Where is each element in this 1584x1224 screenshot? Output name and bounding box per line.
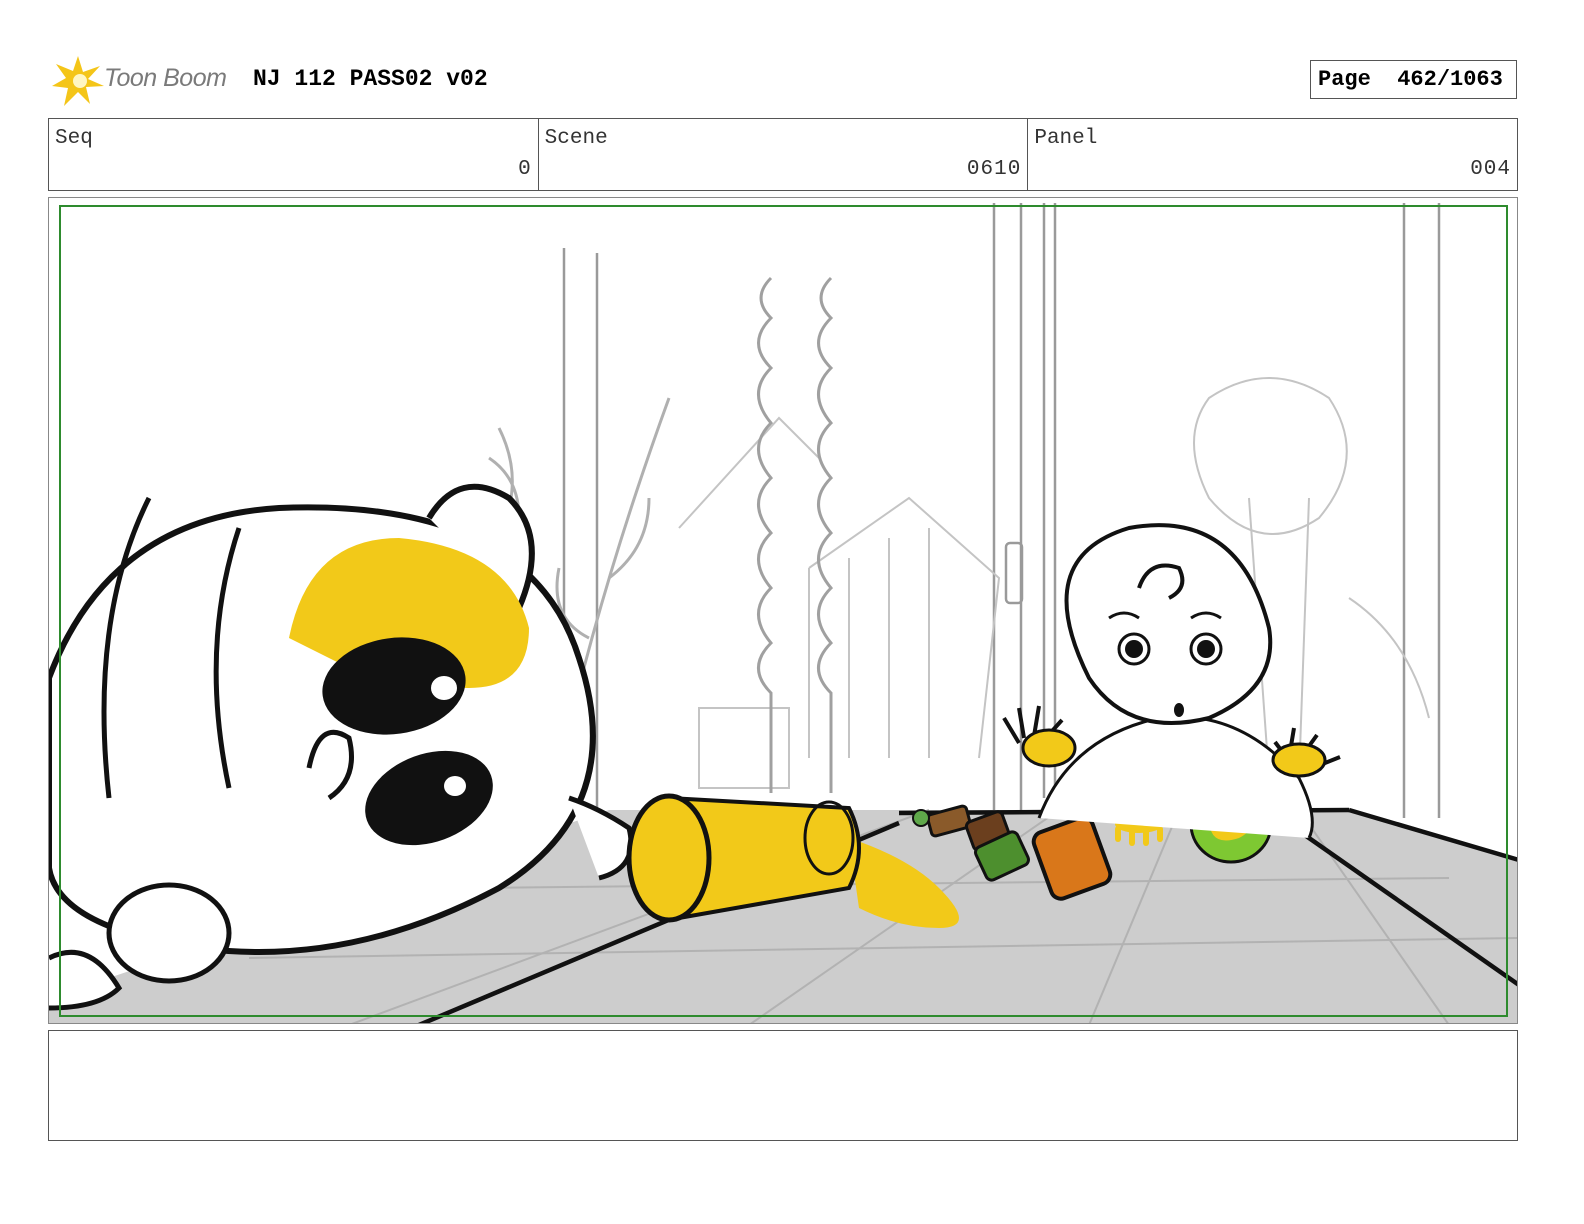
seq-cell: Seq 0 <box>49 119 539 190</box>
storyboard-panel <box>48 197 1518 1024</box>
storyboard-info-row: Seq 0 Scene 0610 Panel 004 <box>48 118 1518 191</box>
panel-label: Panel <box>1034 127 1098 150</box>
toon-boom-logo: Toon Boom <box>48 52 238 108</box>
logo-text: Toon Boom <box>104 64 227 92</box>
page-number: 462/1063 <box>1397 67 1503 92</box>
document-title: NJ 112 PASS02 v02 <box>253 66 488 92</box>
page-label: Page <box>1318 67 1371 92</box>
seq-value: 0 <box>518 158 532 181</box>
scene-value: 0610 <box>966 158 1022 181</box>
panel-value: 004 <box>1470 158 1512 181</box>
toon-boom-star-icon <box>52 56 104 106</box>
panel-notes-box <box>48 1030 1518 1141</box>
scene-cell: Scene 0610 <box>539 119 1029 190</box>
panel-sketch <box>49 203 1517 1023</box>
page-indicator: Page 462/1063 <box>1310 60 1517 99</box>
bead-strands <box>757 276 834 793</box>
scene-label: Scene <box>544 127 608 150</box>
panel-cell: Panel 004 <box>1028 119 1517 190</box>
seq-label: Seq <box>55 127 93 150</box>
